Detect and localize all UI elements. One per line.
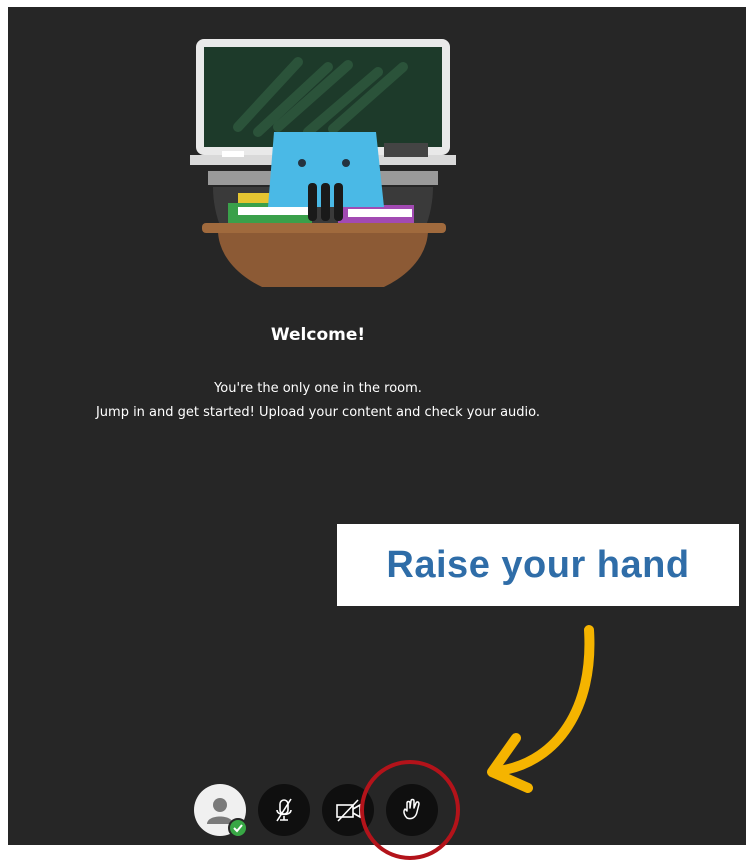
camera-off-icon bbox=[336, 799, 361, 822]
welcome-message-line-2: Jump in and get started! Upload your con… bbox=[95, 405, 541, 420]
curved-arrow-icon bbox=[487, 625, 595, 793]
meeting-stage: Welcome! You're the only one in the room… bbox=[8, 7, 746, 845]
raise-hand-callout: Raise your hand bbox=[337, 524, 739, 606]
classroom-illustration bbox=[190, 39, 456, 287]
microphone-toggle-button[interactable] bbox=[258, 784, 310, 836]
connected-check-icon bbox=[228, 818, 248, 838]
welcome-message-line-1: You're the only one in the room. bbox=[214, 381, 422, 396]
user-avatar-button[interactable] bbox=[194, 784, 248, 838]
raise-hand-highlight-ring bbox=[360, 760, 460, 860]
welcome-title: Welcome! bbox=[270, 325, 366, 345]
mic-off-icon bbox=[276, 798, 292, 822]
callout-text: Raise your hand bbox=[386, 543, 690, 586]
